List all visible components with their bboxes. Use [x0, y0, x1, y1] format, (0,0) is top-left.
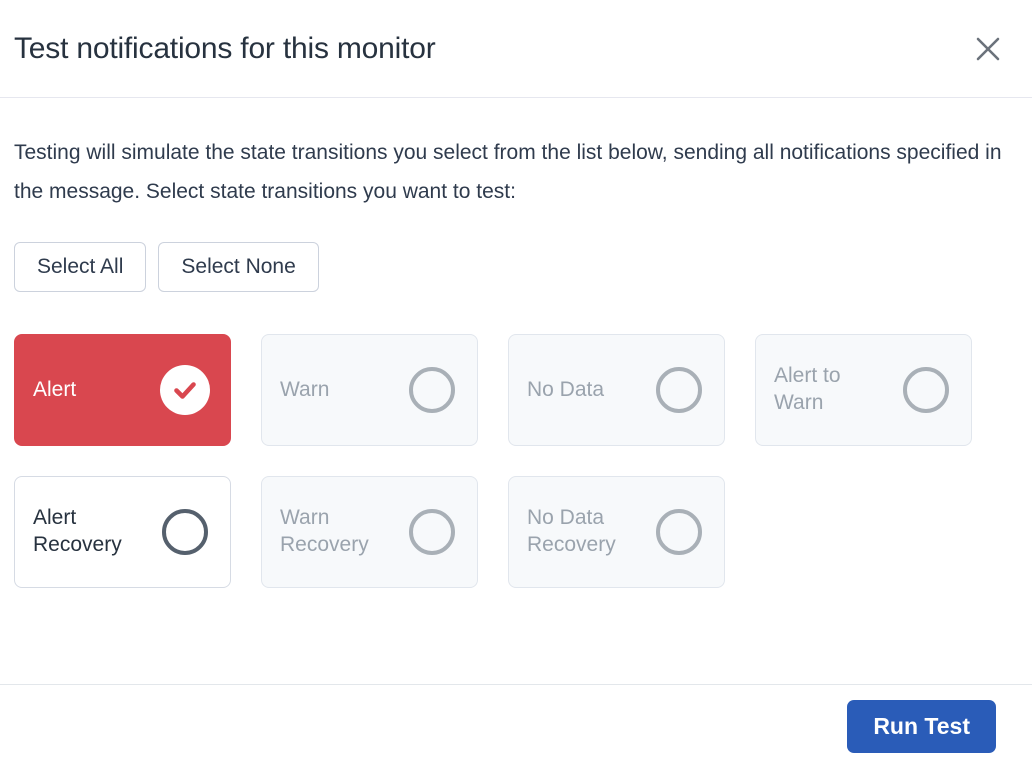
- dialog-body: Testing will simulate the state transiti…: [0, 98, 1032, 684]
- state-transition-grid: Alert Warn No Data Alert to Warn Alert R…: [14, 333, 1018, 588]
- transition-label: Warn Recovery: [280, 506, 369, 556]
- empty-circle-icon: [903, 366, 949, 413]
- transition-indicator[interactable]: [160, 507, 210, 557]
- dialog-description: Testing will simulate the state transiti…: [14, 141, 1002, 203]
- empty-circle-icon: [409, 508, 455, 555]
- transition-indicator[interactable]: [654, 507, 704, 557]
- page-title: Test notifications for this monitor: [14, 31, 436, 65]
- transition-label: Alert: [33, 377, 77, 401]
- close-button[interactable]: [966, 27, 1010, 71]
- selection-actions: Select All Select None: [14, 241, 1018, 292]
- transition-card-alert[interactable]: Alert: [14, 333, 231, 446]
- transition-indicator[interactable]: [407, 365, 457, 415]
- transition-label: No Data: [527, 377, 605, 401]
- transition-indicator[interactable]: [160, 364, 210, 415]
- transition-card-warn[interactable]: Warn: [261, 333, 478, 446]
- test-notifications-dialog: Test notifications for this monitor Test…: [0, 0, 1032, 768]
- transition-indicator[interactable]: [901, 365, 951, 415]
- select-all-button[interactable]: Select All: [14, 241, 147, 292]
- transition-card-no-data[interactable]: No Data: [508, 333, 725, 446]
- select-none-button[interactable]: Select None: [158, 241, 319, 292]
- check-circle-icon: [160, 364, 210, 415]
- transition-card-no-data-recovery[interactable]: No Data Recovery: [508, 475, 725, 588]
- transition-indicator[interactable]: [407, 507, 457, 557]
- close-icon: [974, 35, 1002, 63]
- transition-card-alert-recovery[interactable]: Alert Recovery: [14, 475, 231, 588]
- transition-indicator[interactable]: [654, 365, 704, 415]
- empty-circle-icon: [656, 366, 702, 413]
- empty-circle-icon: [409, 366, 455, 413]
- empty-circle-icon: [162, 508, 208, 555]
- transition-label: Alert to Warn: [774, 364, 841, 414]
- transition-label: Alert Recovery: [33, 506, 122, 556]
- transition-label: Warn: [280, 377, 330, 401]
- dialog-footer: Run Test: [0, 684, 1032, 768]
- transition-label: No Data Recovery: [527, 506, 616, 556]
- empty-circle-icon: [656, 508, 702, 555]
- transition-card-warn-recovery[interactable]: Warn Recovery: [261, 475, 478, 588]
- transition-card-alert-to-warn[interactable]: Alert to Warn: [755, 333, 972, 446]
- dialog-header: Test notifications for this monitor: [0, 0, 1032, 98]
- run-test-button[interactable]: Run Test: [847, 700, 996, 753]
